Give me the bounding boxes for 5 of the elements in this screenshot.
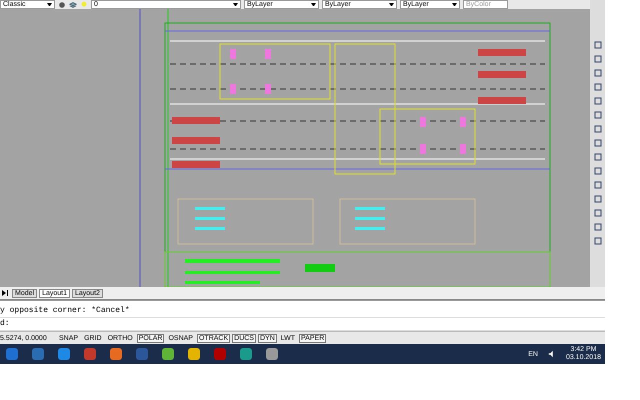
command-line: y opposite corner: *Cancel* (0, 305, 605, 318)
command-line: d: (0, 318, 605, 331)
tab-nav-icon[interactable] (0, 289, 10, 297)
volume-icon[interactable] (548, 350, 556, 358)
layers-icon[interactable] (69, 0, 77, 8)
